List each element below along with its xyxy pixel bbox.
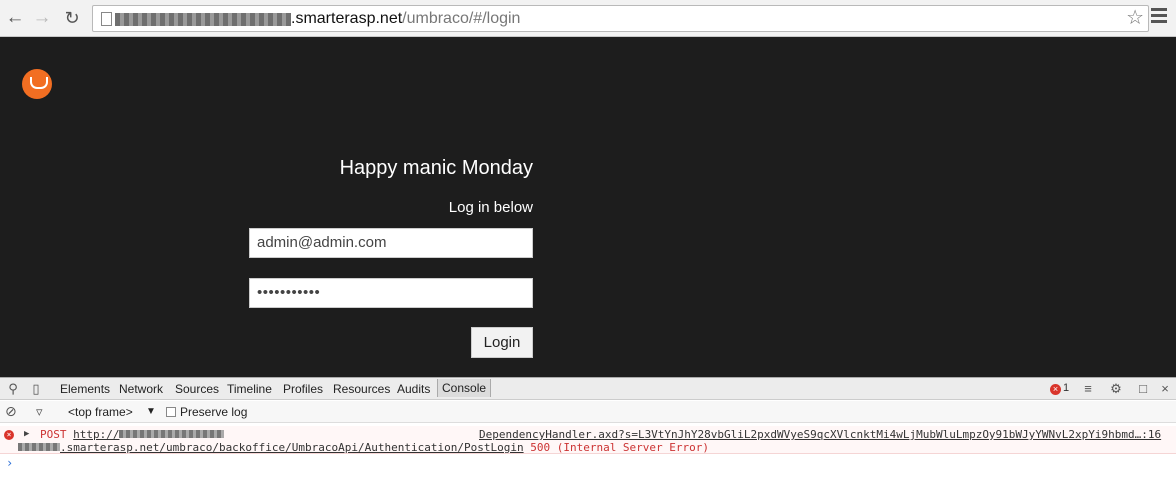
console-drawer-icon[interactable]: ≡ xyxy=(1080,381,1096,397)
tab-timeline[interactable]: Timeline xyxy=(227,382,272,396)
url-path: /umbraco/#/login xyxy=(402,10,521,27)
back-arrow-icon[interactable]: ← xyxy=(3,6,27,30)
console-prompt-icon[interactable]: › xyxy=(6,456,13,470)
url-redacted xyxy=(18,443,60,451)
error-line-2: .smarterasp.net/umbraco/backoffice/Umbra… xyxy=(18,441,709,454)
error-icon: × xyxy=(4,430,14,440)
address-bar[interactable]: .smarterasp.net/umbraco/#/login ☆ xyxy=(92,5,1149,32)
frame-dropdown-icon[interactable]: ▼ xyxy=(146,406,156,417)
console-output: × ▶ POST http:// DependencyHandler.axd?s… xyxy=(0,424,1176,477)
login-button[interactable]: Login xyxy=(471,327,533,358)
request-method: POST xyxy=(40,428,67,441)
close-devtools-icon[interactable]: × xyxy=(1157,381,1173,397)
forward-arrow-icon[interactable]: → xyxy=(30,6,54,30)
url-host: .smarterasp.net xyxy=(291,10,403,27)
password-field[interactable]: ••••••••••• xyxy=(249,278,533,308)
tab-resources[interactable]: Resources xyxy=(333,382,390,396)
error-line-1: POST http:// xyxy=(40,428,225,441)
error-count-badge[interactable]: × 1 xyxy=(1050,382,1069,395)
source-link[interactable]: DependencyHandler.axd?s=L3VtYnJhY28vbGli… xyxy=(479,428,1161,441)
page-icon xyxy=(101,12,112,26)
request-url-rest[interactable]: .smarterasp.net/umbraco/backoffice/Umbra… xyxy=(60,441,524,454)
error-status: 500 (Internal Server Error) xyxy=(530,441,710,454)
dock-side-icon[interactable]: □ xyxy=(1135,381,1151,397)
tab-elements[interactable]: Elements xyxy=(60,382,110,396)
settings-gear-icon[interactable]: ⚙ xyxy=(1108,381,1124,397)
browser-toolbar: ← → ↻ .smarterasp.net/umbraco/#/login ☆ xyxy=(0,0,1176,37)
tab-profiles[interactable]: Profiles xyxy=(283,382,323,396)
clear-console-icon[interactable]: ⊘ xyxy=(5,403,17,420)
email-field[interactable]: admin@admin.com xyxy=(249,228,533,258)
filter-icon[interactable]: ▿ xyxy=(36,404,43,420)
console-toolbar: ⊘ ▿ <top frame> ▼ Preserve log xyxy=(0,401,1176,423)
tab-audits[interactable]: Audits xyxy=(397,382,430,396)
url-text[interactable]: .smarterasp.net/umbraco/#/login xyxy=(291,10,520,28)
preserve-log-label: Preserve log xyxy=(180,405,248,419)
url-redacted xyxy=(119,430,225,438)
tab-network[interactable]: Network xyxy=(119,382,163,396)
error-icon: × xyxy=(1050,384,1061,395)
device-mode-icon[interactable]: ▯ xyxy=(28,381,44,397)
console-error-message[interactable]: × ▶ POST http:// DependencyHandler.axd?s… xyxy=(0,426,1176,454)
preserve-log-checkbox[interactable] xyxy=(166,407,176,417)
reload-icon[interactable]: ↻ xyxy=(60,6,84,30)
url-redacted xyxy=(115,13,291,26)
devtools-tabbar: ⚲ ▯ Elements Network Sources Timeline Pr… xyxy=(0,377,1176,400)
hamburger-menu-icon[interactable] xyxy=(1151,8,1171,28)
tab-console[interactable]: Console xyxy=(437,379,492,397)
request-url-start[interactable]: http:// xyxy=(73,428,119,441)
umbraco-logo-icon xyxy=(22,69,52,99)
error-count: 1 xyxy=(1063,382,1070,394)
inspect-search-icon[interactable]: ⚲ xyxy=(5,381,21,397)
greeting-heading: Happy manic Monday xyxy=(339,157,533,179)
preserve-log-toggle[interactable]: Preserve log xyxy=(166,405,247,419)
login-page: Happy manic Monday Log in below admin@ad… xyxy=(0,37,1176,377)
expand-triangle-icon[interactable]: ▶ xyxy=(24,429,29,439)
frame-select[interactable]: <top frame> xyxy=(68,405,133,419)
login-subtitle: Log in below xyxy=(448,199,533,216)
bookmark-star-icon[interactable]: ☆ xyxy=(1126,6,1144,31)
tab-sources[interactable]: Sources xyxy=(175,382,219,396)
